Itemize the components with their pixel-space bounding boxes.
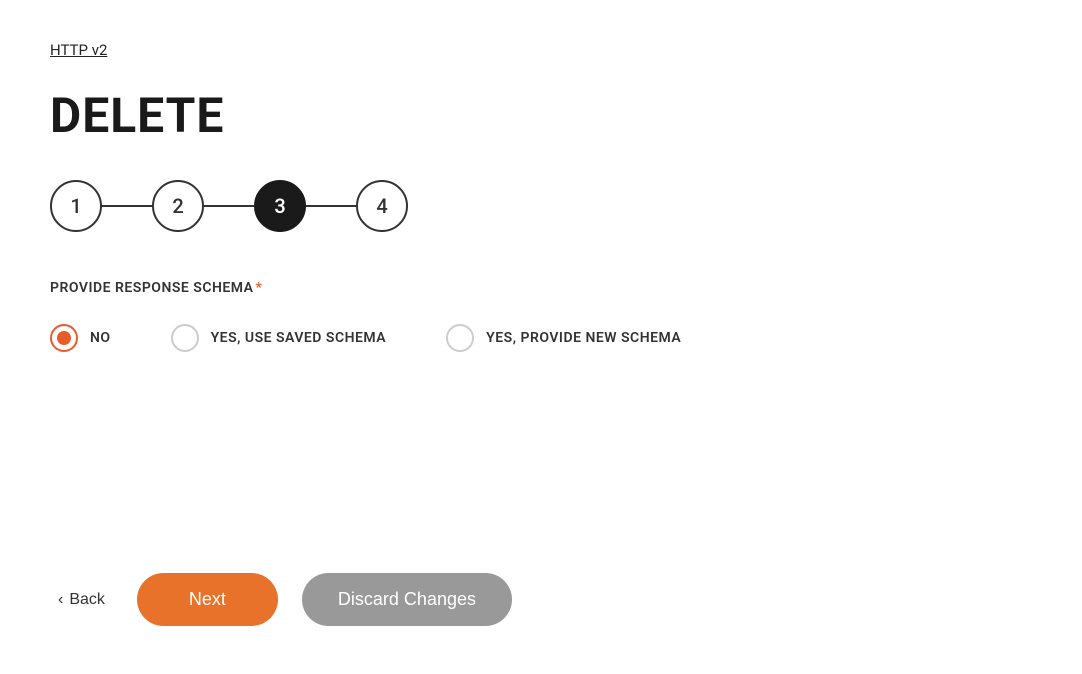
step-2-label: 2 (172, 194, 183, 218)
radio-saved-label: YES, USE SAVED SCHEMA (211, 330, 387, 346)
step-1-label: 1 (70, 194, 81, 218)
step-connector-1 (102, 205, 152, 207)
radio-group: NO YES, USE SAVED SCHEMA YES, PROVIDE NE… (50, 324, 1032, 352)
next-button[interactable]: Next (137, 573, 278, 626)
back-chevron-icon: ‹ (58, 591, 63, 609)
section-label: PROVIDE RESPONSE SCHEMA* (50, 280, 1032, 296)
actions-row: ‹ Back Next Discard Changes (50, 573, 512, 626)
step-2[interactable]: 2 (152, 180, 204, 232)
radio-option-no[interactable]: NO (50, 324, 111, 352)
step-4-label: 4 (376, 194, 387, 218)
radio-new-label: YES, PROVIDE NEW SCHEMA (486, 330, 681, 346)
page-container: HTTP v2 DELETE 1 2 3 4 PROVIDE RESPONSE … (0, 0, 1082, 674)
radio-option-saved[interactable]: YES, USE SAVED SCHEMA (171, 324, 387, 352)
back-label: Back (69, 591, 105, 609)
radio-saved-indicator[interactable] (171, 324, 199, 352)
discard-button[interactable]: Discard Changes (302, 573, 512, 626)
stepper: 1 2 3 4 (50, 180, 1032, 232)
page-title: DELETE (50, 87, 1032, 144)
radio-no-indicator[interactable] (50, 324, 78, 352)
back-button[interactable]: ‹ Back (50, 587, 113, 613)
step-connector-3 (306, 205, 356, 207)
step-3[interactable]: 3 (254, 180, 306, 232)
step-connector-2 (204, 205, 254, 207)
radio-option-new[interactable]: YES, PROVIDE NEW SCHEMA (446, 324, 681, 352)
required-star: * (256, 280, 263, 296)
step-3-label: 3 (274, 194, 285, 218)
step-4[interactable]: 4 (356, 180, 408, 232)
radio-new-indicator[interactable] (446, 324, 474, 352)
step-1[interactable]: 1 (50, 180, 102, 232)
breadcrumb-link[interactable]: HTTP v2 (50, 41, 107, 59)
radio-no-label: NO (90, 330, 111, 346)
